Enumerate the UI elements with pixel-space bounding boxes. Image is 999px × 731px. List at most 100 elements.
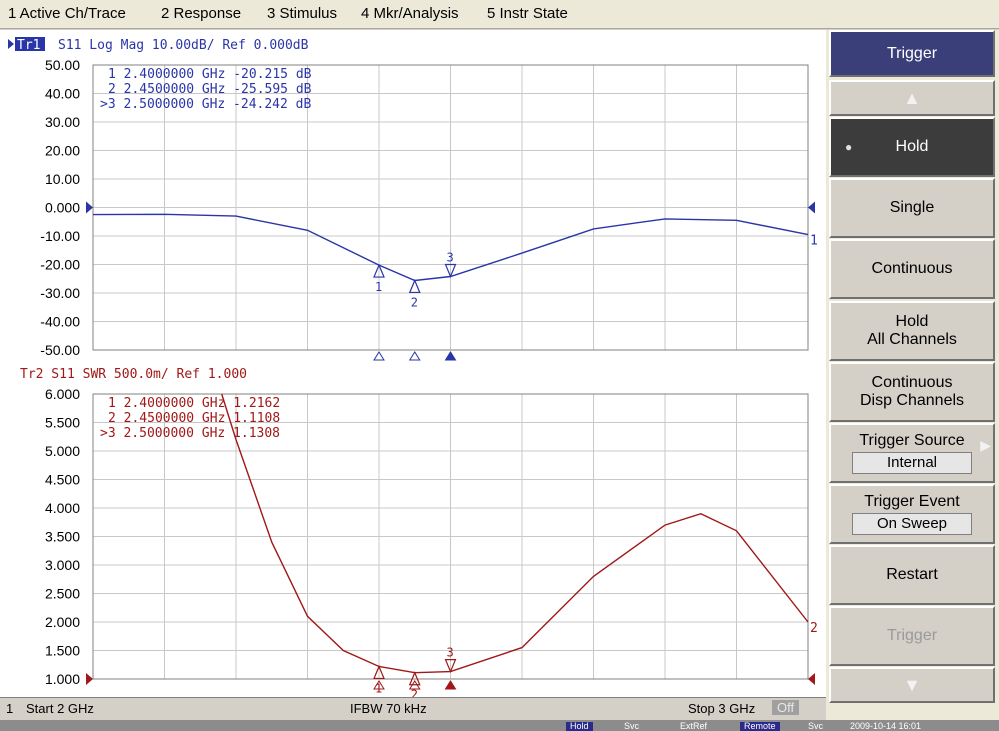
- tr2-marker-3-label: 3: [447, 646, 454, 660]
- hold-all-line2: All Channels: [867, 331, 957, 348]
- tr1-marker-row: >3 2.5000000 GHz -24.242 dB: [100, 97, 311, 112]
- hold-all-channels-button[interactable]: Hold All Channels: [829, 301, 995, 361]
- hold-button[interactable]: ● Hold: [829, 117, 995, 177]
- tr1-y-tick-label: -40.00: [40, 314, 80, 330]
- tr1-marker-1-label: 1: [375, 280, 382, 294]
- off-indicator: Off: [772, 700, 800, 715]
- restart-button[interactable]: Restart: [829, 545, 995, 605]
- tr1-axis-marker-1-icon: [373, 351, 385, 361]
- tr1-axis-marker-2-icon: [408, 351, 421, 361]
- tr1-y-tick-label: 50.00: [45, 57, 80, 73]
- softkey-title-label: Trigger: [886, 44, 938, 62]
- stop-frequency[interactable]: Stop 3 GHz: [688, 701, 755, 716]
- tr1-marker-3-label: 3: [447, 250, 454, 264]
- hold-indicator: Hold: [566, 722, 593, 731]
- active-trace-arrow-icon: [8, 39, 14, 49]
- menu-instr-state[interactable]: 5 Instr State: [487, 5, 568, 22]
- hold-all-line1: Hold: [895, 313, 929, 330]
- continuous-label: Continuous: [871, 260, 953, 277]
- selected-dot-icon: ●: [845, 140, 853, 154]
- continuous-button[interactable]: Continuous: [829, 239, 995, 299]
- trigger-event-label: Trigger Event: [864, 493, 960, 510]
- tr2-y-tick-label: 1.000: [45, 671, 80, 687]
- tr2-y-tick-label: 5.000: [45, 443, 80, 459]
- tr1-y-tick-label: 30.00: [45, 114, 80, 130]
- tr1-y-tick-label: 0.000: [45, 200, 80, 216]
- tr2-y-tick-label: 3.500: [45, 529, 80, 545]
- scroll-down-button[interactable]: ▼: [829, 667, 995, 703]
- menu-response[interactable]: 2 Response: [161, 5, 241, 22]
- tr1-ref-right-icon: [808, 201, 815, 214]
- scroll-up-button[interactable]: ▲: [829, 80, 995, 116]
- hold-label: Hold: [895, 138, 929, 155]
- active-trace-tag-label: Tr1: [17, 38, 40, 53]
- ifbw-setting[interactable]: IFBW 70 kHz: [350, 701, 427, 716]
- tr2-ref-left-icon: [86, 673, 93, 685]
- single-button[interactable]: Single: [829, 178, 995, 238]
- single-label: Single: [889, 199, 935, 216]
- trigger-source-label: Trigger Source: [859, 432, 965, 449]
- svc-indicator: Svc: [624, 721, 640, 731]
- menu-stimulus[interactable]: 3 Stimulus: [267, 5, 337, 22]
- tr2-y-tick-label: 4.500: [45, 472, 80, 488]
- datetime-readout: 2009-10-14 16:01: [850, 721, 922, 731]
- chevron-right-icon: ▶: [980, 437, 991, 453]
- tr1-marker-row: 2 2.4500000 GHz -25.595 dB: [108, 82, 312, 97]
- tr2-header: Tr2 S11 SWR 500.0m/ Ref 1.000: [20, 367, 247, 382]
- softkey-panel: Trigger ▲ ● Hold Single Continuous Hold …: [826, 30, 999, 730]
- tr2-y-tick-label: 3.000: [45, 557, 80, 573]
- cont-disp-line2: Disp Channels: [859, 392, 965, 409]
- trigger-source-value: Internal: [852, 452, 972, 474]
- tr1-header: S11 Log Mag 10.00dB/ Ref 0.000dB: [58, 38, 309, 53]
- tr2-trace-end-label: 2: [810, 621, 818, 636]
- tr1-trace-end-label: 1: [810, 234, 818, 249]
- remote-indicator: Remote: [740, 722, 780, 731]
- channel-number: 1: [6, 701, 14, 716]
- triangle-down-icon: ▼: [903, 674, 921, 695]
- tr1-y-tick-label: -50.00: [40, 342, 80, 358]
- extref-indicator: ExtRef: [680, 721, 708, 731]
- tr1-y-tick-label: -10.00: [40, 228, 80, 244]
- tr1-y-tick-label: -20.00: [40, 257, 80, 273]
- tr2-ref-right-icon: [808, 673, 815, 685]
- tr1-y-tick-label: 20.00: [45, 143, 80, 159]
- tr1-ref-left-icon: [86, 201, 93, 214]
- tr2-y-tick-label: 4.000: [45, 500, 80, 516]
- tr2-marker-row: 1 2.4000000 GHz 1.2162: [108, 396, 280, 411]
- tr2-marker-row: >3 2.5000000 GHz 1.1308: [100, 426, 280, 441]
- menu-bar: 1 Active Ch/Trace 2 Response 3 Stimulus …: [0, 0, 999, 29]
- svc2-indicator: Svc: [808, 721, 824, 731]
- tr2-trace-line: [221, 393, 809, 674]
- tr1-axis-marker-3-icon: [444, 351, 457, 361]
- trace-plots: 50.00 40.00 30.00 20.00 10.00 0.000 -10.00 -20.…: [8, 37, 818, 697]
- triangle-up-icon: ▲: [903, 87, 921, 108]
- trigger-source-button[interactable]: Trigger Source Internal ▶: [829, 423, 995, 483]
- softkey-title: Trigger: [829, 30, 995, 77]
- instrument-status-strip: Hold Svc ExtRef Remote Svc 2009-10-14 16…: [0, 720, 999, 731]
- tr1-marker-2-label: 2: [411, 295, 418, 309]
- tr2-y-tick-label: 2.500: [45, 586, 80, 602]
- start-frequency[interactable]: Start 2 GHz: [26, 701, 94, 716]
- measurement-screen: 50.00 40.00 30.00 20.00 10.00 0.000 -10.00 -20.…: [0, 30, 826, 720]
- tr1-y-tick-label: -30.00: [40, 285, 80, 301]
- menu-mkr-analysis[interactable]: 4 Mkr/Analysis: [361, 5, 459, 22]
- tr1-marker-2-icon: [408, 278, 421, 294]
- restart-label: Restart: [886, 566, 938, 583]
- trigger-button[interactable]: Trigger: [829, 606, 995, 666]
- trigger-event-value: On Sweep: [852, 513, 972, 535]
- tr2-y-tick-label: 6.000: [45, 386, 80, 402]
- tr1-y-tick-label: 10.00: [45, 171, 80, 187]
- status-bar: 1 Start 2 GHz IFBW 70 kHz Stop 3 GHz Off: [0, 697, 826, 720]
- continuous-disp-channels-button[interactable]: Continuous Disp Channels: [829, 362, 995, 422]
- menu-active-ch-trace[interactable]: 1 Active Ch/Trace: [8, 5, 126, 22]
- trigger-event-button[interactable]: Trigger Event On Sweep: [829, 484, 995, 544]
- tr2-y-tick-label: 5.500: [45, 415, 80, 431]
- tr2-y-tick-label: 2.000: [45, 614, 80, 630]
- cont-disp-line1: Continuous: [871, 374, 953, 391]
- tr1-marker-row: 1 2.4000000 GHz -20.215 dB: [108, 67, 312, 82]
- trigger-label: Trigger: [886, 627, 938, 644]
- tr2-y-tick-label: 1.500: [45, 643, 80, 659]
- tr1-y-tick-label: 40.00: [45, 86, 80, 102]
- tr2-axis-marker-3-icon: [444, 680, 457, 690]
- tr2-marker-row: 2 2.4500000 GHz 1.1108: [108, 411, 280, 426]
